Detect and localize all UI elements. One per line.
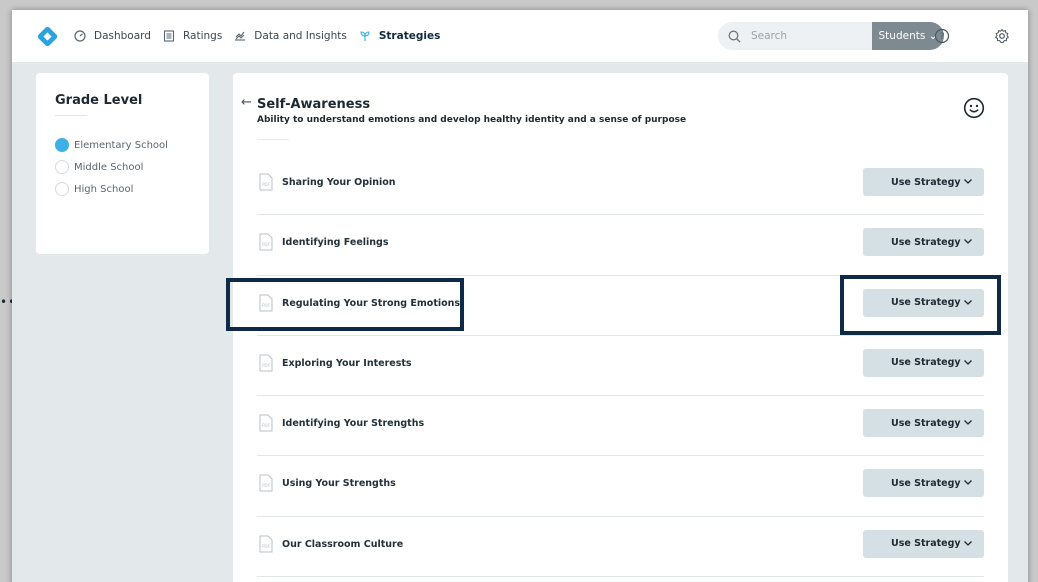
pdf-file-icon: PDF <box>259 233 273 251</box>
button-label: Use Strategy <box>891 417 961 429</box>
strategy-row: PDF Using Your Strengths Use Strategy <box>257 456 984 517</box>
use-strategy-button[interactable]: Use Strategy <box>863 168 984 196</box>
radio-elementary-school[interactable]: Elementary School <box>55 138 168 152</box>
title-divider <box>257 139 289 140</box>
chevron-down-icon <box>964 179 972 184</box>
strategy-title-link[interactable]: Identifying Feelings <box>282 237 389 248</box>
radio-high-school[interactable]: High School <box>55 182 133 196</box>
strategies-icon <box>359 30 371 42</box>
use-strategy-button[interactable]: Use Strategy <box>863 529 984 558</box>
nav-item-dashboard[interactable]: Dashboard <box>74 30 151 42</box>
nav-label: Ratings <box>182 30 223 42</box>
svg-text:PDF: PDF <box>262 423 270 428</box>
search-input[interactable] <box>751 30 861 42</box>
radio-middle-school[interactable]: Middle School <box>55 160 143 174</box>
strategy-title-link[interactable]: Exploring Your Interests <box>282 358 412 369</box>
help-icon[interactable]: ? <box>934 28 950 44</box>
pdf-file-icon: PDF <box>259 474 273 492</box>
radio-label: Middle School <box>74 161 144 173</box>
back-arrow-icon[interactable]: ← <box>241 95 252 110</box>
svg-text:PDF: PDF <box>262 182 270 187</box>
strategy-row: PDF Exploring Your Interests Use Strateg… <box>257 336 984 397</box>
search-icon <box>728 30 741 42</box>
page-subtitle: Ability to understand emotions and devel… <box>257 115 687 125</box>
svg-text:PDF: PDF <box>262 363 270 368</box>
smiley-face-icon <box>963 97 985 119</box>
nav-item-data-insights[interactable]: Data and Insights <box>234 30 347 42</box>
use-strategy-button[interactable]: Use Strategy <box>863 348 984 377</box>
svg-text:PDF: PDF <box>262 242 270 247</box>
strategy-row: PDF Our Classroom Culture Use Strategy <box>257 517 984 578</box>
button-label: Use Strategy <box>891 297 961 309</box>
nav-item-strategies[interactable]: Strategies <box>359 30 440 42</box>
strategy-list: PDF Sharing Your Opinion Use Strategy PD… <box>257 155 984 578</box>
nav-label: Data and Insights <box>254 30 347 42</box>
strategy-row: PDF Identifying Your Strengths Use Strat… <box>257 396 984 457</box>
strategies-panel: ← Self-Awareness Ability to understand e… <box>233 73 1008 582</box>
page-title: Self-Awareness <box>257 97 371 112</box>
svg-text:PDF: PDF <box>262 483 270 488</box>
strategy-title-link[interactable]: Regulating Your Strong Emotions <box>282 298 460 309</box>
grade-level-panel: Grade Level Elementary School Middle Sch… <box>36 73 209 254</box>
app-window: Dashboard Ratings Data and Insights Stra… <box>12 10 1028 582</box>
top-nav-bar: Dashboard Ratings Data and Insights Stra… <box>12 10 1028 62</box>
title-divider <box>55 115 87 116</box>
pdf-file-icon: PDF <box>259 173 273 191</box>
button-label: Use Strategy <box>891 176 961 188</box>
settings-gear-icon[interactable] <box>994 28 1010 44</box>
strategy-title-link[interactable]: Sharing Your Opinion <box>282 177 396 188</box>
strategy-title-link[interactable]: Using Your Strengths <box>282 478 396 489</box>
radio-label: High School <box>74 183 134 195</box>
pdf-file-icon: PDF <box>259 354 273 372</box>
nav-label: Strategies <box>378 30 441 42</box>
data-insights-icon <box>234 30 246 42</box>
radio-button[interactable] <box>55 182 69 196</box>
chevron-down-icon <box>964 480 972 486</box>
chevron-down-icon <box>964 359 972 365</box>
chevron-down-icon <box>964 239 972 245</box>
strategy-title-link[interactable]: Our Classroom Culture <box>282 539 403 550</box>
dashboard-icon <box>74 30 86 42</box>
button-label: Use Strategy <box>891 357 961 369</box>
use-strategy-button[interactable]: Use Strategy <box>863 228 984 257</box>
chevron-down-icon <box>964 299 972 305</box>
main-nav: Dashboard Ratings Data and Insights Stra… <box>74 10 452 62</box>
ratings-icon <box>163 30 175 42</box>
svg-text:PDF: PDF <box>262 303 270 308</box>
button-label: Use Strategy <box>891 236 961 248</box>
nav-label: Dashboard <box>94 30 151 42</box>
button-label: Use Strategy <box>891 477 961 489</box>
app-logo-icon[interactable] <box>36 25 59 48</box>
radio-label: Elementary School <box>74 139 168 151</box>
svg-text:PDF: PDF <box>262 544 270 549</box>
pdf-file-icon: PDF <box>259 535 273 553</box>
use-strategy-button[interactable]: Use Strategy <box>863 288 984 317</box>
nav-item-ratings[interactable]: Ratings <box>163 30 222 42</box>
use-strategy-button[interactable]: Use Strategy <box>863 469 984 498</box>
pdf-file-icon: PDF <box>259 294 273 312</box>
chevron-down-icon <box>964 540 972 546</box>
button-label: Use Strategy <box>891 538 961 550</box>
strategy-title-link[interactable]: Identifying Your Strengths <box>282 418 424 429</box>
svg-text:?: ? <box>940 32 945 42</box>
search-box[interactable] <box>718 22 872 50</box>
strategy-row: PDF Sharing Your Opinion Use Strategy <box>257 155 984 216</box>
radio-button[interactable] <box>55 160 69 174</box>
grade-level-title: Grade Level <box>55 93 143 108</box>
use-strategy-button[interactable]: Use Strategy <box>863 409 984 438</box>
pdf-file-icon: PDF <box>259 414 273 432</box>
chevron-down-icon <box>964 420 972 426</box>
strategy-row: PDF Regulating Your Strong Emotions Use … <box>257 276 984 336</box>
radio-button-checked[interactable] <box>55 138 69 152</box>
strategy-row: PDF Identifying Feelings Use Strategy <box>257 215 984 276</box>
